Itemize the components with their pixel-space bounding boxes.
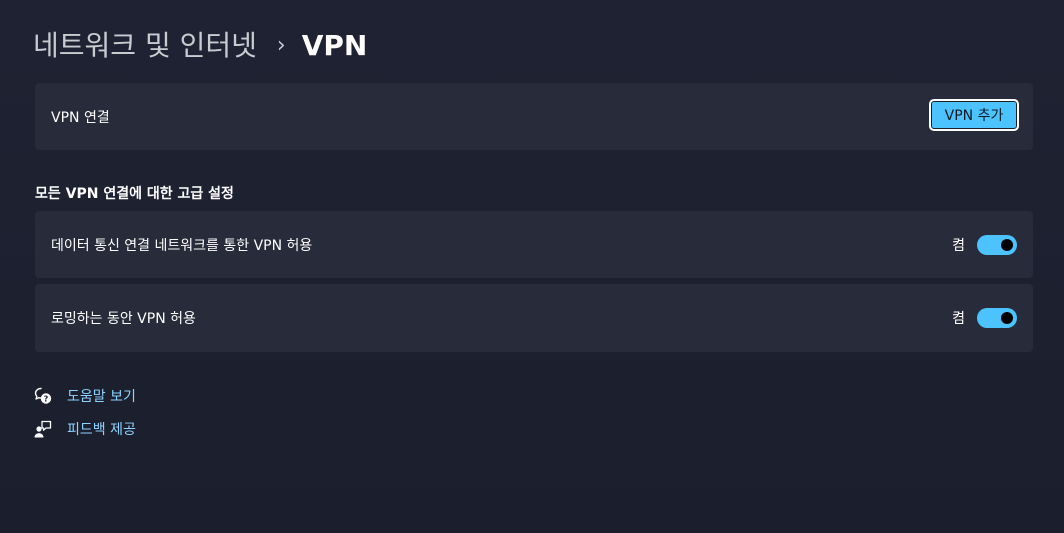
roaming-vpn-toggle[interactable] [977,308,1017,328]
toggle-state-text: 켬 [952,237,965,254]
feedback-person-icon [33,419,53,439]
settings-page: 네트워크 및 인터넷 › VPN VPN 연결 VPN 추가 모든 VPN 연결… [0,0,1064,533]
toggle-knob [1001,238,1013,251]
page-title: VPN [301,29,368,62]
setting-label: 데이터 통신 연결 네트워크를 통한 VPN 허용 [51,237,313,254]
give-feedback-label: 피드백 제공 [67,422,136,438]
help-chat-icon: ? [33,386,53,406]
vpn-connections-card: VPN 연결 VPN 추가 [35,83,1033,150]
toggle-knob [1001,312,1013,324]
svg-text:?: ? [44,395,49,404]
add-vpn-button[interactable]: VPN 추가 [929,99,1019,131]
setting-row-roaming-vpn: 로밍하는 동안 VPN 허용 켬 [35,284,1033,352]
toggle-state-text: 켬 [952,311,965,327]
breadcrumb: 네트워크 및 인터넷 › VPN [33,24,367,68]
toggle-group: 켬 [952,234,1017,255]
give-feedback-link[interactable]: 피드백 제공 [33,418,136,440]
breadcrumb-parent-link[interactable]: 네트워크 및 인터넷 [33,24,257,68]
advanced-settings-heading: 모든 VPN 연결에 대한 고급 설정 [35,186,234,202]
setting-label: 로밍하는 동안 VPN 허용 [51,311,196,327]
breadcrumb-separator-icon: › [276,33,286,58]
get-help-label: 도움말 보기 [67,389,136,405]
toggle-group: 켬 [952,308,1017,328]
get-help-link[interactable]: ? 도움말 보기 [33,385,136,407]
setting-row-metered-vpn: 데이터 통신 연결 네트워크를 통한 VPN 허용 켬 [35,211,1033,278]
metered-vpn-toggle[interactable] [977,234,1017,255]
vpn-connections-label: VPN 연결 [51,109,110,126]
